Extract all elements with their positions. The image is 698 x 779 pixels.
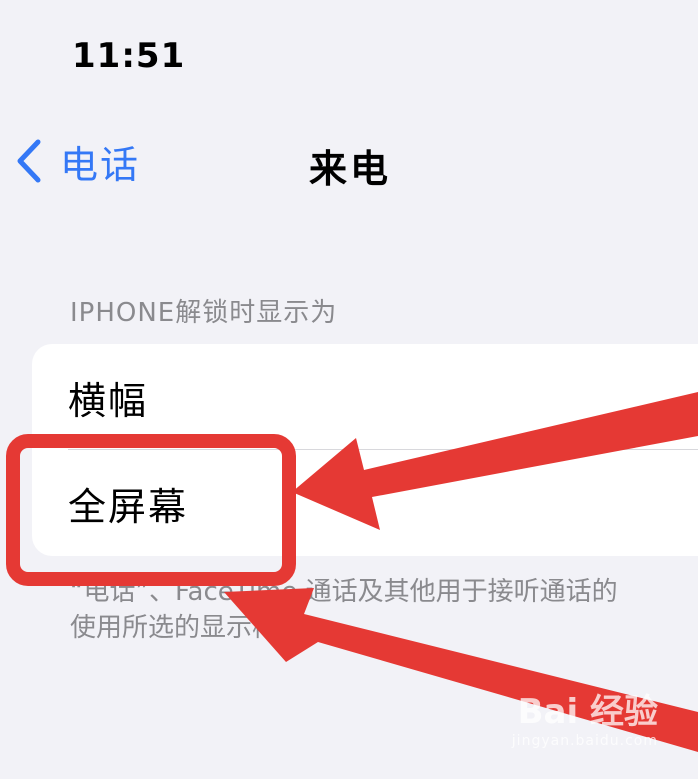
watermark-logo: Bai 经验 <box>517 692 658 732</box>
section-header: IPHONE解锁时显示为 <box>70 298 338 328</box>
watermark: Bai 经验 jingyan.baidu.com <box>512 684 658 749</box>
status-time: 11:51 <box>72 36 186 76</box>
watermark-url: jingyan.baidu.com <box>511 733 658 749</box>
footer-line: 使用所选的显示样式。 <box>70 613 331 643</box>
option-label: 全屏幕 <box>68 484 189 529</box>
option-full-screen[interactable]: 全屏幕 <box>32 450 698 556</box>
options-group: 横幅 全屏幕 <box>32 344 698 556</box>
option-label: 横幅 <box>68 378 149 423</box>
section-footer: “电话”、FaceTime 通话及其他用于接听通话的 使用所选的显示样式。 <box>70 574 698 646</box>
footer-line: “电话”、FaceTime 通话及其他用于接听通话的 <box>70 577 618 607</box>
option-banner[interactable]: 横幅 <box>32 344 698 450</box>
page-title: 来电 <box>308 147 391 191</box>
